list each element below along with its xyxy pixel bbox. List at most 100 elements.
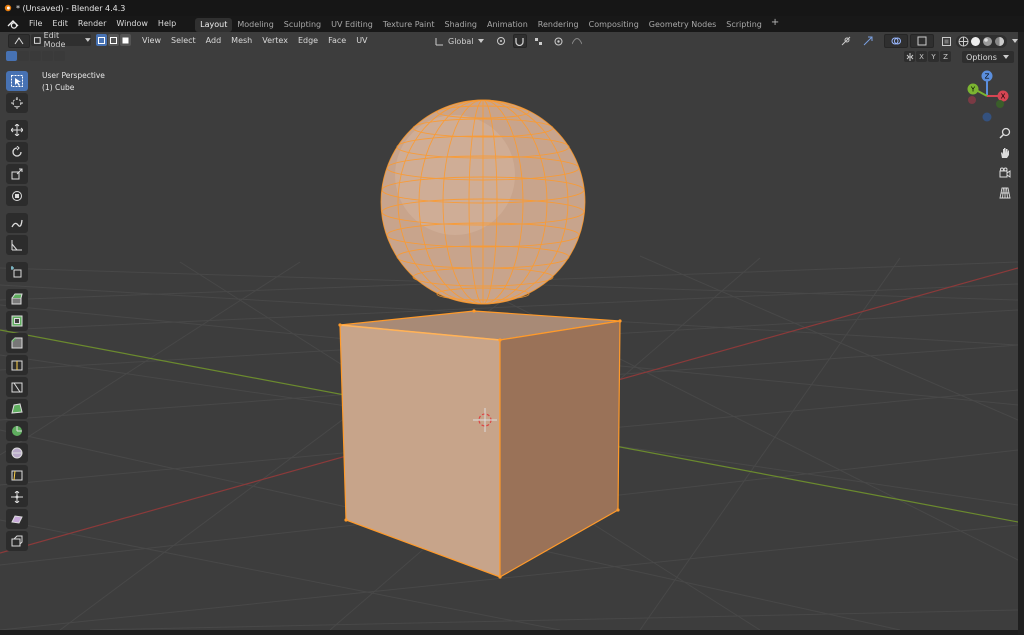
edge-slide-tool[interactable]	[6, 465, 28, 485]
uv-sphere-mesh[interactable]	[380, 99, 586, 305]
rotate-tool[interactable]	[6, 142, 28, 162]
pan-view-button[interactable]	[996, 144, 1014, 162]
extrude-region-tool[interactable]	[6, 289, 28, 309]
right-panel-edge[interactable]	[1018, 32, 1024, 635]
xray-toggle-button[interactable]	[940, 35, 952, 47]
inset-faces-tool[interactable]	[6, 311, 28, 331]
measure-tool[interactable]	[6, 235, 28, 255]
tab-geometry-nodes[interactable]: Geometry Nodes	[644, 18, 721, 32]
tab-scripting[interactable]: Scripting	[721, 18, 767, 32]
loop-cut-tool[interactable]	[6, 355, 28, 375]
solid-shading-icon[interactable]	[970, 36, 981, 47]
editor-type-button[interactable]	[8, 34, 30, 48]
select-extend-button[interactable]	[18, 51, 29, 61]
visibility-button[interactable]	[836, 35, 856, 47]
camera-view-button[interactable]	[996, 164, 1014, 182]
snap-toggle-button[interactable]	[512, 34, 527, 48]
menu-vertex[interactable]: Vertex	[257, 36, 293, 45]
spin-tool[interactable]	[6, 421, 28, 441]
add-cube-tool[interactable]	[6, 262, 28, 282]
mirror-y-toggle[interactable]: Y	[928, 51, 939, 62]
select-invert-button[interactable]	[42, 51, 53, 61]
mode-select[interactable]: Edit Mode	[31, 31, 91, 49]
cursor-tool[interactable]	[6, 93, 28, 113]
falloff-button[interactable]	[567, 35, 587, 47]
tab-sculpting[interactable]: Sculpting	[279, 18, 326, 32]
scale-tool[interactable]	[6, 164, 28, 184]
vertex-select-button[interactable]	[96, 34, 107, 46]
gizmo-neg-z[interactable]	[982, 112, 992, 122]
blender-menu-icon[interactable]	[6, 17, 20, 31]
bevel-tool[interactable]	[6, 333, 28, 353]
smooth-tool[interactable]	[6, 443, 28, 463]
mirror-z-toggle[interactable]: Z	[940, 51, 951, 62]
transform-orientation-label: Global	[448, 36, 474, 46]
tab-shading[interactable]: Shading	[439, 18, 482, 32]
tab-compositing[interactable]: Compositing	[584, 18, 644, 32]
ruler-icon	[11, 240, 22, 251]
shear-tool[interactable]	[6, 509, 28, 529]
snap-target-button[interactable]	[529, 35, 549, 47]
mesh-edit-overlays-button[interactable]	[910, 34, 934, 48]
tab-modeling[interactable]: Modeling	[232, 18, 278, 32]
knife-tool[interactable]	[6, 377, 28, 397]
move-tool[interactable]	[6, 120, 28, 140]
tab-layout[interactable]: Layout	[195, 17, 233, 32]
pivot-point-button[interactable]	[491, 35, 511, 47]
tab-animation[interactable]: Animation	[482, 18, 533, 32]
edge-select-button[interactable]	[108, 34, 119, 46]
snap-grid-icon	[535, 37, 543, 45]
viewport-scene[interactable]	[0, 32, 1018, 630]
face-select-button[interactable]	[120, 34, 131, 46]
shear-icon	[11, 515, 23, 524]
menu-view[interactable]: View	[137, 36, 166, 45]
add-workspace-button[interactable]: +	[767, 17, 783, 32]
rotate-icon	[12, 146, 22, 157]
select-intersect-button[interactable]	[54, 51, 65, 61]
tab-rendering[interactable]: Rendering	[533, 18, 584, 32]
menu-select[interactable]: Select	[166, 36, 201, 45]
menu-help[interactable]: Help	[153, 16, 181, 32]
menu-add[interactable]: Add	[201, 36, 227, 45]
select-new-button[interactable]	[6, 51, 17, 61]
tab-texture-paint[interactable]: Texture Paint	[378, 18, 440, 32]
tool-shelf	[6, 71, 30, 553]
select-subtract-button[interactable]	[30, 51, 41, 61]
transform-tool[interactable]	[6, 186, 28, 206]
workspace-tabs: Layout Modeling Sculpting UV Editing Tex…	[195, 17, 783, 32]
select-mode-buttons	[96, 34, 132, 46]
shrink-fatten-tool[interactable]	[6, 487, 28, 507]
gizmo-toggle-button[interactable]	[858, 35, 878, 47]
proportional-edit-button[interactable]	[553, 35, 565, 47]
toggle-perspective-button[interactable]	[996, 184, 1014, 202]
mirror-options-icon[interactable]	[904, 51, 915, 62]
3d-viewport[interactable]	[0, 32, 1018, 630]
menu-edit[interactable]: Edit	[47, 16, 73, 32]
rendered-shading-icon[interactable]	[994, 36, 1005, 47]
select-box-tool[interactable]	[6, 71, 28, 91]
gizmo-neg-y[interactable]	[996, 100, 1004, 108]
menu-file[interactable]: File	[24, 16, 47, 32]
menu-uv[interactable]: UV	[351, 36, 372, 45]
camera-icon	[999, 167, 1011, 178]
transform-orientation-select[interactable]: Global	[432, 35, 487, 47]
tab-uv-editing[interactable]: UV Editing	[326, 18, 378, 32]
navigation-gizmo[interactable]: Z X Y	[962, 68, 1012, 128]
material-shading-icon[interactable]	[982, 36, 993, 47]
cube-mesh[interactable]	[338, 309, 622, 579]
gizmo-neg-x[interactable]	[968, 96, 976, 104]
add-cube-icon	[11, 266, 22, 278]
menu-edge[interactable]: Edge	[293, 36, 323, 45]
menu-face[interactable]: Face	[323, 36, 351, 45]
wireframe-shading-icon[interactable]	[958, 36, 969, 47]
menu-mesh[interactable]: Mesh	[226, 36, 257, 45]
menu-window[interactable]: Window	[111, 16, 153, 32]
rip-region-tool[interactable]	[6, 531, 28, 551]
menu-render[interactable]: Render	[73, 16, 111, 32]
mirror-x-toggle[interactable]: X	[916, 51, 927, 62]
options-dropdown[interactable]: Options	[962, 51, 1014, 63]
poly-build-tool[interactable]	[6, 399, 28, 419]
zoom-view-button[interactable]	[996, 124, 1014, 142]
annotate-tool[interactable]	[6, 213, 28, 233]
overlays-toggle-button[interactable]	[884, 34, 908, 48]
